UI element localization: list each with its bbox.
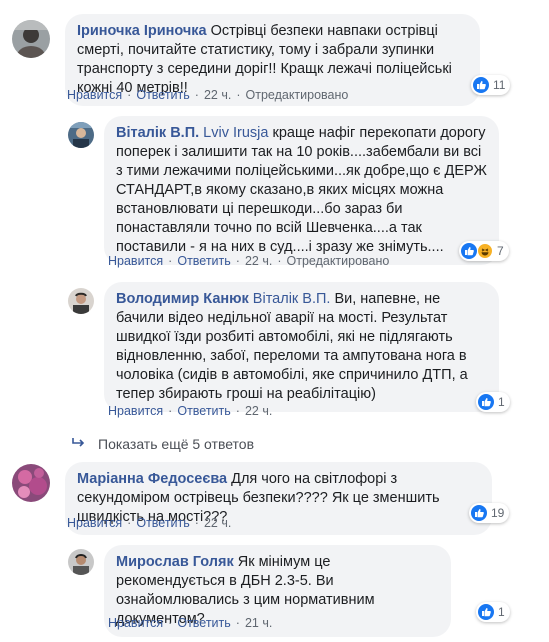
like-link[interactable]: Нравится	[108, 404, 163, 418]
like-icon	[478, 394, 494, 410]
reply-link[interactable]: Ответить	[177, 616, 230, 630]
reply-link[interactable]: Ответить	[136, 516, 189, 530]
reply-link[interactable]: Ответить	[177, 404, 230, 418]
comment-actions: Нравится · Ответить · 22 ч. · Отредактировано	[108, 254, 389, 268]
like-link[interactable]: Нравится	[67, 516, 122, 530]
reaction-number: 19	[491, 506, 505, 520]
comment-actions: Нравится · Ответить · 22 ч.	[67, 516, 231, 530]
reply-link[interactable]: Ответить	[136, 88, 189, 102]
edited-label[interactable]: Отредактировано	[287, 254, 390, 268]
haha-icon	[477, 243, 493, 259]
mention-link[interactable]: Віталік В.П.	[253, 291, 331, 307]
reaction-number: 7	[497, 244, 504, 258]
timestamp[interactable]: 22 ч.	[204, 88, 231, 102]
comment-author[interactable]: Володимир Канюк	[116, 291, 249, 307]
reaction-count[interactable]: 19	[469, 503, 510, 523]
separator-dot: ·	[168, 254, 173, 268]
comment-bubble: Володимир Канюк Віталік В.П. Ви, напевне,…	[104, 282, 499, 412]
show-more-replies[interactable]: Показать ещё 5 ответов	[72, 436, 254, 452]
avatar[interactable]	[12, 464, 50, 502]
reply: Віталік В.П. Lviv Irusja краще нафіг пере…	[68, 116, 499, 265]
avatar[interactable]	[12, 20, 50, 58]
comment-bubble: Віталік В.П. Lviv Irusja краще нафіг пере…	[104, 116, 499, 265]
separator-dot: ·	[194, 88, 199, 102]
reaction-count[interactable]: 1	[476, 392, 510, 412]
mention-link[interactable]: Lviv Irusja	[203, 125, 268, 141]
comment-thread: Іриночка Іриночка Острівці безпеки навпак…	[0, 0, 549, 642]
reaction-count[interactable]: 11	[471, 75, 511, 95]
separator-dot: ·	[168, 404, 173, 418]
timestamp[interactable]: 22 ч.	[245, 254, 272, 268]
comment-author[interactable]: Віталік В.П.	[116, 125, 199, 141]
reaction-number: 1	[498, 395, 505, 409]
like-link[interactable]: Нравится	[108, 616, 163, 630]
separator-dot: ·	[127, 516, 132, 530]
separator-dot: ·	[168, 616, 173, 630]
like-icon	[478, 604, 494, 620]
comment-actions: Нравится · Ответить · 22 ч.	[108, 404, 272, 418]
comment-actions: Нравится · Ответить · 22 ч. · Отредактировано	[67, 88, 348, 102]
reaction-number: 1	[498, 605, 505, 619]
like-icon	[461, 243, 477, 259]
reaction-number: 11	[493, 78, 506, 92]
comment-author[interactable]: Іриночка Іриночка	[77, 23, 207, 39]
comment-author[interactable]: Маріанна Федосеєва	[77, 471, 227, 487]
timestamp[interactable]: 21 ч.	[245, 616, 272, 630]
like-icon	[471, 505, 487, 521]
show-more-label[interactable]: Показать ещё 5 ответов	[98, 436, 254, 452]
comment-actions: Нравится · Ответить · 21 ч.	[108, 616, 272, 630]
comment-author[interactable]: Мирослав Голяк	[116, 554, 234, 570]
separator-dot: ·	[236, 88, 241, 102]
like-link[interactable]: Нравится	[67, 88, 122, 102]
separator-dot: ·	[235, 616, 240, 630]
reply-link[interactable]: Ответить	[177, 254, 230, 268]
timestamp[interactable]: 22 ч.	[204, 516, 231, 530]
avatar[interactable]	[68, 122, 94, 148]
separator-dot: ·	[194, 516, 199, 530]
comment-text: краще нафіг перекопати дорогу поперек і …	[116, 125, 487, 255]
reaction-count[interactable]: 7	[459, 241, 509, 261]
comment-text: Ви, напевне, не бачили відео недільної а…	[116, 291, 468, 402]
avatar[interactable]	[68, 288, 94, 314]
reply-arrow-icon	[72, 436, 86, 452]
avatar[interactable]	[68, 549, 94, 575]
separator-dot: ·	[235, 404, 240, 418]
like-link[interactable]: Нравится	[108, 254, 163, 268]
separator-dot: ·	[127, 88, 132, 102]
separator-dot: ·	[277, 254, 282, 268]
timestamp[interactable]: 22 ч.	[245, 404, 272, 418]
separator-dot: ·	[235, 254, 240, 268]
reply: Володимир Канюк Віталік В.П. Ви, напевне,…	[68, 282, 499, 412]
reaction-count[interactable]: 1	[476, 602, 510, 622]
edited-label[interactable]: Отредактировано	[246, 88, 349, 102]
like-icon	[473, 77, 489, 93]
